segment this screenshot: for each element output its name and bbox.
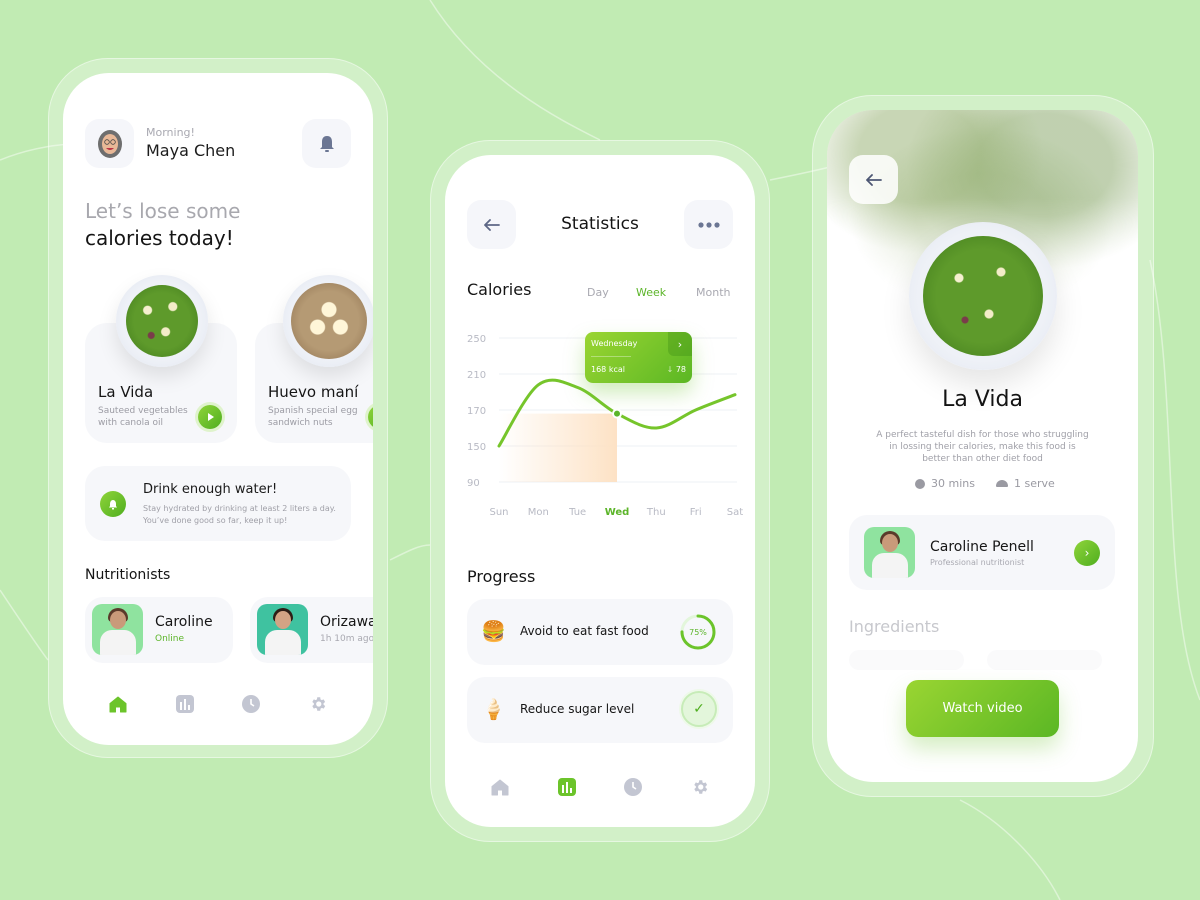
ingredients-title: Ingredients	[849, 617, 940, 636]
food-image-huevo-mani	[283, 275, 373, 367]
y-tick-label: 90	[467, 478, 480, 489]
ingredient-item	[849, 650, 964, 670]
home-screen: Morning! Maya Chen Let’s lose some calor…	[63, 73, 373, 745]
cloche-icon	[996, 480, 1008, 487]
x-tick-label[interactable]: Thu	[646, 507, 666, 518]
nutritionists-title: Nutritionists	[85, 567, 171, 583]
food-subtitle: Sauteed vegetables with canola oil	[98, 406, 188, 428]
arrow-down-icon: ↓	[666, 365, 676, 374]
progress-percent: 75%	[689, 628, 707, 637]
nutritionist-photo	[92, 604, 143, 655]
home-icon[interactable]	[107, 693, 129, 715]
progress-item[interactable]: 🍦 Reduce sugar level ✓	[467, 677, 733, 743]
tooltip-delta: ↓ 78	[666, 365, 686, 374]
chevron-right-icon[interactable]: ›	[1074, 540, 1100, 566]
active-data-point[interactable]	[612, 408, 622, 419]
tooltip-day: Wednesday	[591, 339, 638, 348]
play-icon[interactable]	[198, 405, 222, 429]
nutritionist-name: Caroline	[155, 614, 213, 630]
progress-title: Progress	[467, 567, 536, 586]
progress-ring: 75%	[680, 614, 716, 650]
nutritionist-photo	[864, 527, 915, 578]
serving-size: 1 serve	[996, 477, 1055, 490]
y-tick-label: 250	[467, 334, 486, 345]
bell-icon	[319, 135, 334, 152]
tab-week[interactable]: Week	[636, 286, 666, 299]
x-tick-label[interactable]: Tue	[568, 507, 586, 518]
y-tick-label: 210	[467, 370, 486, 381]
tab-day[interactable]: Day	[587, 286, 609, 299]
highlight-area	[499, 413, 617, 482]
greeting: Morning!	[146, 126, 195, 139]
gear-icon[interactable]	[307, 693, 329, 715]
nutritionist-photo	[257, 604, 308, 655]
back-button[interactable]	[849, 155, 898, 204]
chart-icon[interactable]	[556, 776, 578, 798]
nutritionist-status: 1h 10m ago	[320, 634, 373, 644]
detail-screen: La Vida A perfect tasteful dish for thos…	[827, 110, 1138, 782]
chart-icon[interactable]	[174, 693, 196, 715]
food-title: Huevo maní	[268, 383, 359, 401]
calories-title: Calories	[467, 280, 532, 299]
x-tick-label[interactable]: Sun	[489, 507, 508, 518]
ingredient-item	[987, 650, 1102, 670]
food-title: La Vida	[98, 383, 154, 401]
burger-icon: 🍔	[481, 619, 506, 643]
tab-month[interactable]: Month	[696, 286, 730, 299]
gear-icon[interactable]	[689, 776, 711, 798]
watch-video-button[interactable]: Watch video	[906, 680, 1059, 737]
food-subtitle: Spanish special egg sandwich nuts	[268, 406, 358, 428]
clock-icon	[915, 478, 925, 489]
more-button[interactable]	[684, 200, 733, 249]
notifications-button[interactable]	[302, 119, 351, 168]
dish-title: La Vida	[942, 387, 1023, 412]
bell-icon	[100, 491, 126, 517]
tooltip-kcal: 168 kcal	[591, 365, 625, 374]
progress-label: Reduce sugar level	[520, 702, 635, 716]
tooltip-divider	[591, 356, 631, 357]
more-dots-icon	[697, 221, 720, 228]
nutritionist-card[interactable]: Caroline Penell Professional nutritionis…	[849, 515, 1115, 590]
check-icon: ✓	[681, 691, 717, 727]
nutritionist-status: Online	[155, 634, 185, 644]
progress-item[interactable]: 🍔 Avoid to eat fast food 75%	[467, 599, 733, 665]
play-icon[interactable]	[368, 405, 373, 429]
progress-label: Avoid to eat fast food	[520, 624, 649, 638]
dish-description: A perfect tasteful dish for those who st…	[876, 430, 1089, 464]
ice-cream-icon: 🍦	[481, 697, 506, 721]
chevron-right-icon[interactable]: ›	[668, 332, 692, 356]
reminder-text: Stay hydrated by drinking at least 2 lit…	[143, 504, 336, 525]
y-tick-label: 170	[467, 406, 486, 417]
nutritionist-card[interactable]: Orizawa 1h 10m ago	[250, 597, 373, 663]
reminder-title: Drink enough water!	[143, 482, 278, 497]
x-tick-label[interactable]: Wed	[605, 507, 630, 518]
nutritionist-card[interactable]: Caroline Online	[85, 597, 233, 663]
y-tick-label: 150	[467, 442, 486, 453]
clock-icon[interactable]	[240, 693, 262, 715]
cook-time: 30 mins	[915, 477, 975, 490]
bottom-nav	[445, 767, 755, 807]
clock-icon[interactable]	[622, 776, 644, 798]
bottom-nav	[63, 684, 373, 724]
memoji-avatar-icon	[97, 129, 122, 158]
home-icon[interactable]	[489, 776, 511, 798]
arrow-left-icon	[865, 173, 882, 186]
x-tick-label[interactable]: Mon	[528, 507, 549, 518]
x-tick-label[interactable]: Fri	[690, 507, 702, 518]
dish-image	[909, 222, 1057, 370]
nutritionist-name: Orizawa	[320, 614, 373, 630]
nutritionist-name: Caroline Penell	[930, 539, 1034, 555]
nutritionist-role: Professional nutritionist	[930, 558, 1025, 567]
user-name: Maya Chen	[146, 141, 236, 160]
x-tick-label[interactable]: Sat	[727, 507, 743, 518]
headline-light: Let’s lose some	[85, 199, 241, 223]
headline-dark: calories today!	[85, 226, 234, 250]
chart-tooltip[interactable]: Wednesday › 168 kcal ↓ 78	[585, 332, 692, 383]
statistics-screen: Statistics Calories Day Week Month 250 21…	[445, 155, 755, 827]
avatar[interactable]	[85, 119, 134, 168]
food-image-la-vida	[116, 275, 208, 367]
water-reminder-card[interactable]: Drink enough water! Stay hydrated by dri…	[85, 466, 351, 541]
